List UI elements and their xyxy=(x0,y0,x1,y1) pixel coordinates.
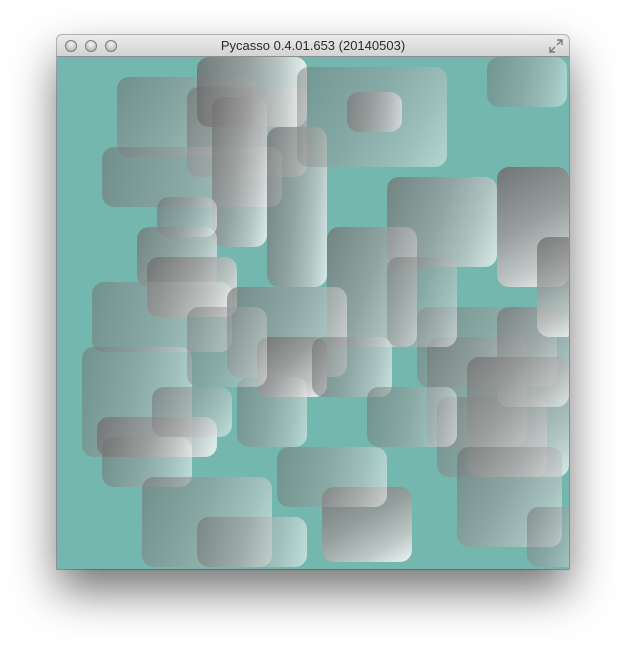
fullscreen-arrows-icon[interactable] xyxy=(549,39,563,53)
art-shape xyxy=(487,57,567,107)
app-window: Pycasso 0.4.01.653 (20140503) xyxy=(57,35,569,569)
art-shape xyxy=(197,517,307,567)
art-shape xyxy=(387,257,457,347)
art-shape xyxy=(277,447,387,507)
art-shape xyxy=(537,237,569,337)
drawing-canvas[interactable] xyxy=(57,57,569,569)
art-shape xyxy=(187,307,267,387)
title-bar[interactable]: Pycasso 0.4.01.653 (20140503) xyxy=(57,35,569,57)
art-shape xyxy=(237,377,307,447)
art-shape xyxy=(297,67,447,167)
art-shape xyxy=(367,387,457,447)
art-shape xyxy=(157,197,217,237)
art-shape xyxy=(527,507,569,567)
art-shape xyxy=(212,97,267,247)
art-shape xyxy=(152,387,232,437)
window-title: Pycasso 0.4.01.653 (20140503) xyxy=(220,38,406,53)
